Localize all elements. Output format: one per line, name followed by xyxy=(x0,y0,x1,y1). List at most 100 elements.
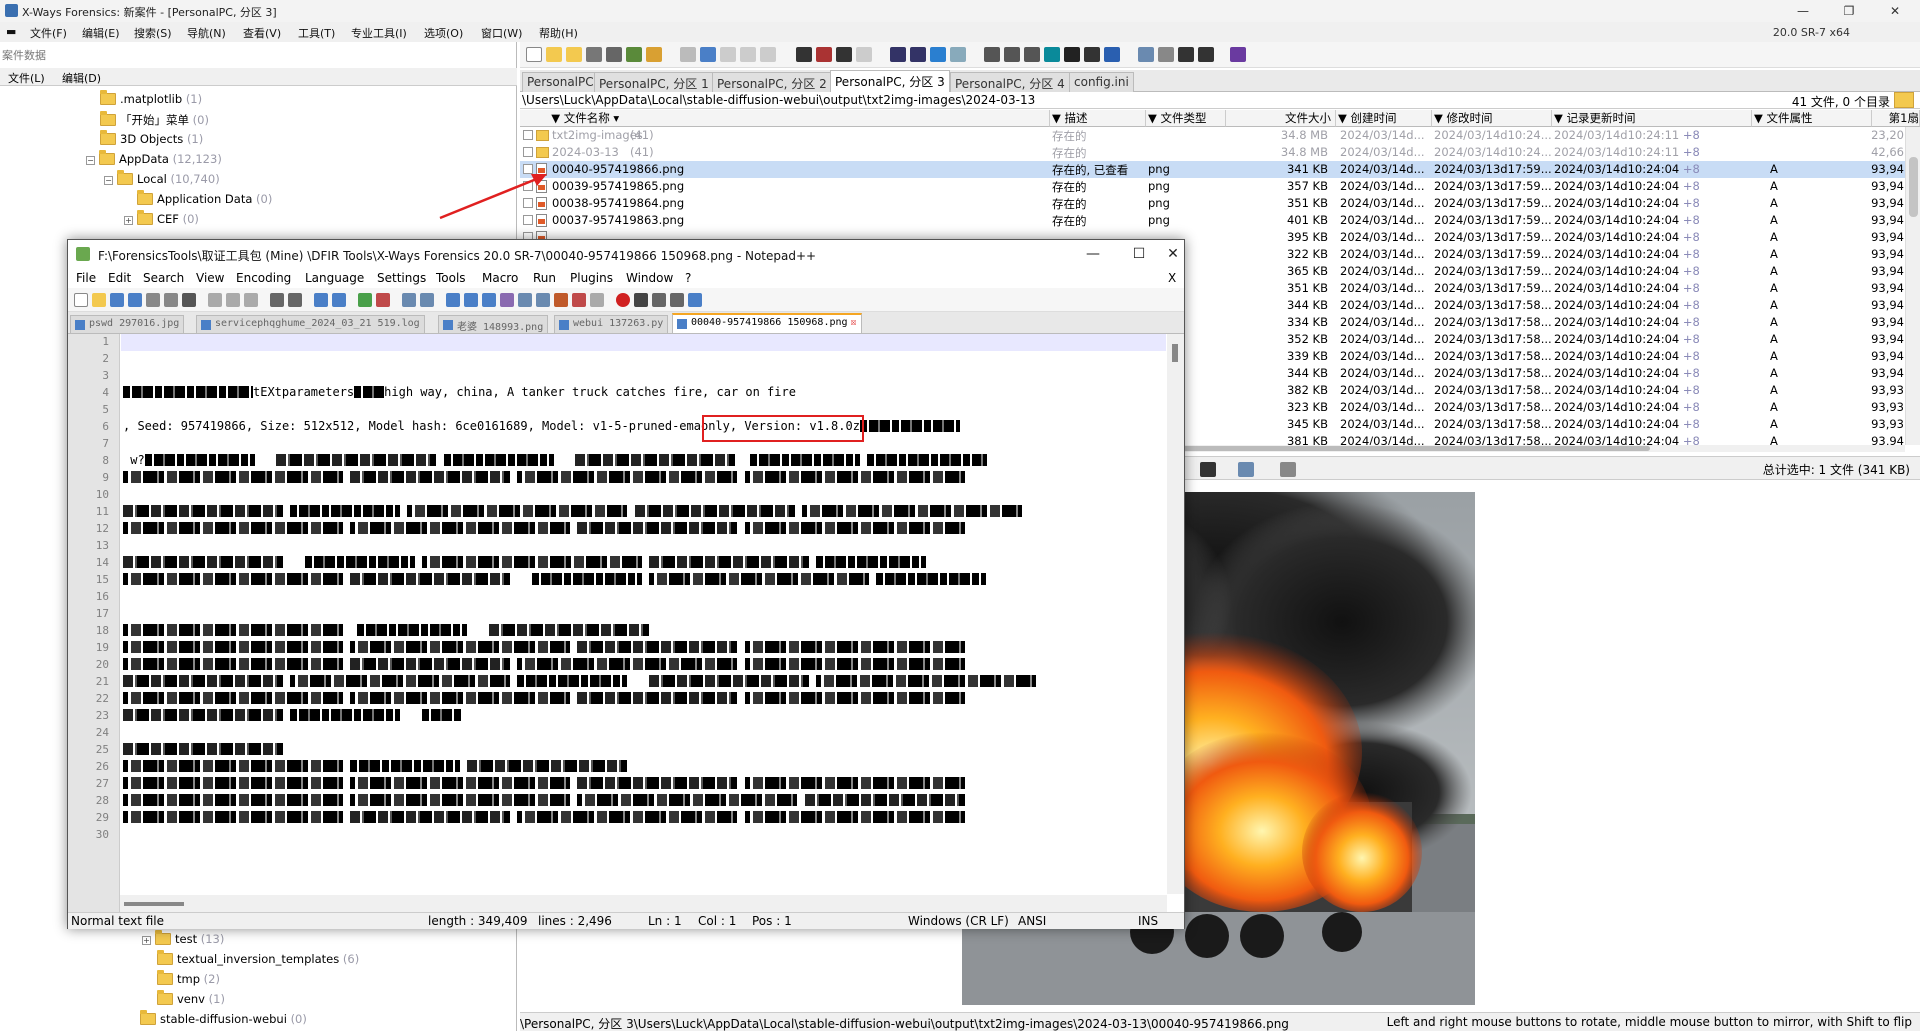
npp-maximize-icon[interactable]: ☐ xyxy=(1116,240,1162,268)
preview-search-icon[interactable] xyxy=(1200,462,1216,477)
npp-cut-icon[interactable] xyxy=(208,293,222,307)
npp-tab-pswd[interactable]: pswd 297016.jpg xyxy=(70,315,185,334)
npp-record-macro-icon[interactable] xyxy=(616,293,630,307)
npp-func-list-icon[interactable] xyxy=(536,293,550,307)
gallery-icon[interactable] xyxy=(1138,47,1154,62)
table-row[interactable]: 2024-03-13 (41) 存在的 34.8 MB 2024/03/14d... 20… xyxy=(520,144,1905,161)
current-path[interactable]: \Users\Luck\AppData\Local\stable-diffusi… xyxy=(522,93,1035,107)
table-row[interactable]: 00039-957419865.png 存在的 png 357 KB 2024/03/1… xyxy=(520,178,1905,195)
npp-menu-macro[interactable]: Macro xyxy=(482,271,518,285)
npp-doc-close-icon[interactable]: X xyxy=(1168,271,1176,285)
npp-menu-encoding[interactable]: Encoding xyxy=(236,271,291,285)
copy-icon[interactable] xyxy=(700,47,716,62)
ram-icon[interactable] xyxy=(1044,47,1060,62)
restore-icon[interactable]: ❐ xyxy=(1826,0,1872,22)
case-menu-file[interactable]: 文件(L) xyxy=(8,70,45,86)
npp-redo-icon[interactable] xyxy=(288,293,302,307)
disk-icon[interactable] xyxy=(626,47,642,62)
save-icon[interactable] xyxy=(586,47,602,62)
chart-icon[interactable] xyxy=(1104,47,1120,62)
npp-doc-map-icon[interactable] xyxy=(518,293,532,307)
tree-item-stable-diffusion[interactable]: stable-diffusion-webui (0) xyxy=(140,1010,307,1031)
npp-save-icon[interactable] xyxy=(110,293,124,307)
npp-close-all-icon[interactable] xyxy=(164,293,178,307)
menu-edit[interactable]: 编辑(E) xyxy=(82,25,120,41)
col-header-modified[interactable]: ▼ 修改时间 xyxy=(1432,110,1552,127)
disk2-icon[interactable] xyxy=(1004,47,1020,62)
close-icon[interactable]: ✕ xyxy=(1872,0,1918,22)
person-icon[interactable] xyxy=(1084,47,1100,62)
npp-paste-icon[interactable] xyxy=(244,293,258,307)
open-folder-icon[interactable] xyxy=(566,47,582,62)
npp-menu-settings[interactable]: Settings xyxy=(377,271,426,285)
new-icon[interactable] xyxy=(526,47,542,62)
menu-search[interactable]: 搜索(S) xyxy=(134,25,172,41)
paste2-icon[interactable] xyxy=(740,47,756,62)
npp-tab-laopo[interactable]: 老婆 148993.png xyxy=(438,315,549,334)
collapse-icon[interactable]: − xyxy=(104,176,113,185)
npp-close-icon[interactable]: ✕ xyxy=(1162,240,1184,268)
case-menu-edit[interactable]: 编辑(D) xyxy=(62,70,101,86)
menu-pro-tools[interactable]: 专业工具(I) xyxy=(351,25,407,41)
forward-icon[interactable] xyxy=(950,47,966,62)
npp-print-icon[interactable] xyxy=(182,293,196,307)
tab-config-ini[interactable]: config.ini xyxy=(1069,72,1134,92)
tree-item-cef[interactable]: + CEF (0) xyxy=(124,210,199,232)
text-editor[interactable]: 1 2 3 4 5 6 7 8 9 10 11 12 13 14 15 16 17 18 19 20 21 22 23 24 2… xyxy=(68,334,1184,912)
npp-replace-icon[interactable] xyxy=(332,293,346,307)
npp-run-macro-icon[interactable] xyxy=(670,293,684,307)
editor-hscrollbar[interactable] xyxy=(120,895,1167,912)
open-icon[interactable] xyxy=(546,47,562,62)
tree-item-3d-objects[interactable]: 3D Objects (1) xyxy=(100,130,203,152)
tab-close-icon[interactable]: ☒ xyxy=(851,317,857,328)
goto-offset-icon[interactable] xyxy=(910,47,926,62)
goto-icon[interactable] xyxy=(890,47,906,62)
npp-menu-view[interactable]: View xyxy=(196,271,224,285)
table-row[interactable]: 00038-957419864.png 存在的 png 351 KB 2024/03/1… xyxy=(520,195,1905,212)
menu-navigate[interactable]: 导航(N) xyxy=(187,25,226,41)
col-header-size[interactable]: 文件大小 xyxy=(1226,110,1336,127)
collapse-icon[interactable]: − xyxy=(86,156,95,165)
expand-icon[interactable]: + xyxy=(142,936,151,945)
tab-partition-3[interactable]: PersonalPC, 分区 3 xyxy=(830,70,950,92)
npp-menu-plugins[interactable]: Plugins xyxy=(570,271,613,285)
col-header-type[interactable]: ▼ 文件类型 xyxy=(1146,110,1226,127)
npp-tab-png[interactable]: 00040-957419866 150968.png ☒ xyxy=(672,313,862,334)
col-header-attr[interactable]: ▼ 文件属性 xyxy=(1752,110,1872,127)
disk-open-icon[interactable] xyxy=(984,47,1000,62)
print-icon[interactable] xyxy=(606,47,622,62)
npp-zoom-in-icon[interactable] xyxy=(358,293,372,307)
npp-tab-webui[interactable]: webui 137263.py xyxy=(554,315,669,334)
book-icon[interactable] xyxy=(1230,47,1246,62)
menu-view[interactable]: 查看(V) xyxy=(243,25,281,41)
npp-zoom-out-icon[interactable] xyxy=(376,293,390,307)
find-text-icon[interactable] xyxy=(816,47,832,62)
tab-partition-1[interactable]: PersonalPC, 分区 1 xyxy=(594,72,714,92)
undo-icon[interactable] xyxy=(680,47,696,62)
table-row[interactable]: txt2img-images (41) 存在的 34.8 MB 2024/03/14d.… xyxy=(520,127,1905,144)
next-icon[interactable] xyxy=(1198,47,1214,62)
npp-menu-edit[interactable]: Edit xyxy=(108,271,131,285)
table-row[interactable]: 00037-957419863.png 存在的 png 401 KB 2024/03/1… xyxy=(520,212,1905,229)
tree-item-textual-inversion[interactable]: textual_inversion_templates (6) xyxy=(157,950,359,972)
npp-menu-tools[interactable]: Tools xyxy=(436,271,466,285)
npp-save-all-icon[interactable] xyxy=(128,293,142,307)
tab-partition-2[interactable]: PersonalPC, 分区 2 xyxy=(712,72,832,92)
grid-icon[interactable] xyxy=(1158,47,1174,62)
table-row[interactable]: 00040-957419866.png 存在的, 已查看 png 341 KB 2024… xyxy=(520,161,1905,178)
chat-icon[interactable] xyxy=(1064,47,1080,62)
npp-wrap-icon[interactable] xyxy=(446,293,460,307)
expand-icon[interactable]: + xyxy=(124,216,133,225)
export-icon[interactable] xyxy=(646,47,662,62)
npp-menu-window[interactable]: Window xyxy=(626,271,673,285)
minimize-icon[interactable]: — xyxy=(1780,0,1826,22)
npp-menu-help[interactable]: ? xyxy=(685,271,691,285)
npp-menu-file[interactable]: File xyxy=(76,271,96,285)
npp-menu-run[interactable]: Run xyxy=(533,271,556,285)
tree-item-matplotlib[interactable]: .matplotlib (1) xyxy=(100,90,202,112)
tab-partition-4[interactable]: PersonalPC, 分区 4 xyxy=(950,72,1070,92)
prev-icon[interactable] xyxy=(1178,47,1194,62)
folder-icon[interactable] xyxy=(1894,92,1914,108)
tree-item-start-menu[interactable]: 「开始」菜单 (0) xyxy=(100,111,209,132)
paste-icon[interactable] xyxy=(720,47,736,62)
